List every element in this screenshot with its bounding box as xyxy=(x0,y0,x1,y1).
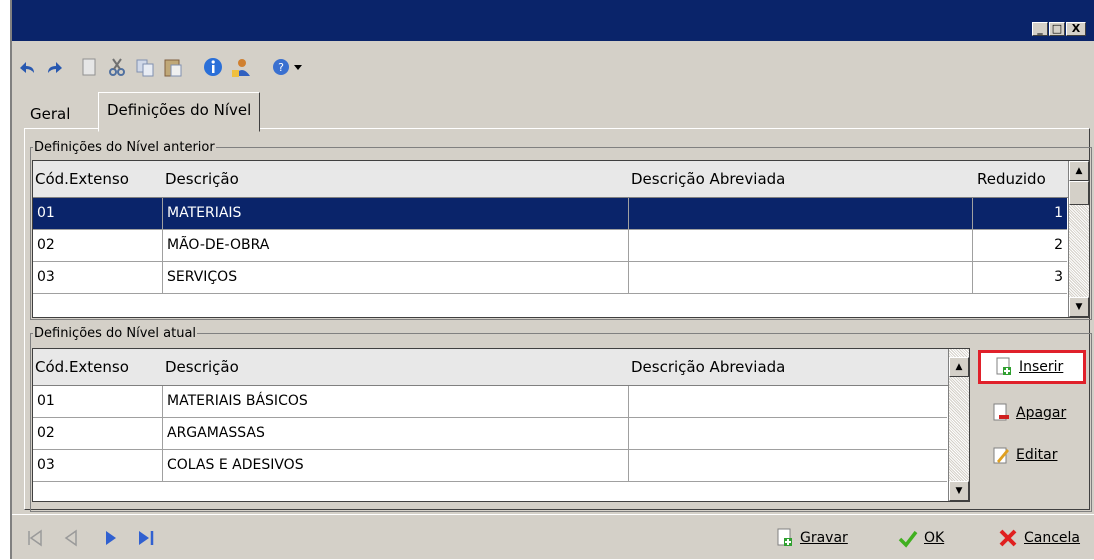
current-level-grid[interactable]: Cód.Extenso Descrição Descrição Abreviad… xyxy=(32,348,970,502)
insert-button[interactable]: Inserir xyxy=(978,350,1086,384)
grid-header: Cód.Extenso Descrição Descrição Abreviad… xyxy=(33,349,969,386)
copy-icon[interactable] xyxy=(134,56,156,78)
col-header-description[interactable]: Descrição xyxy=(165,349,239,385)
cancel-button[interactable]: Cancela xyxy=(998,527,1080,549)
first-record-icon[interactable] xyxy=(26,529,44,547)
scroll-thumb[interactable] xyxy=(1069,181,1089,205)
col-header-description[interactable]: Descrição xyxy=(165,161,239,197)
maximize-button[interactable]: □ xyxy=(1049,22,1065,36)
redo-icon[interactable] xyxy=(44,56,66,78)
svg-text:?: ? xyxy=(278,61,284,74)
col-header-abbreviation[interactable]: Descrição Abreviada xyxy=(631,161,785,197)
title-bar: _ □ X xyxy=(12,0,1094,41)
col-header-code[interactable]: Cód.Extenso xyxy=(35,161,129,197)
minimize-button[interactable]: _ xyxy=(1032,22,1048,36)
col-header-abbreviation[interactable]: Descrição Abreviada xyxy=(631,349,785,385)
delete-button[interactable]: Apagar xyxy=(992,396,1066,430)
tab-geral[interactable]: Geral xyxy=(22,100,78,128)
col-header-code[interactable]: Cód.Extenso xyxy=(35,349,129,385)
help-icon[interactable]: ? xyxy=(270,56,292,78)
table-row[interactable]: 03 COLAS E ADESIVOS xyxy=(33,450,947,482)
table-row[interactable]: 02 ARGAMASSAS xyxy=(33,418,947,450)
scroll-down-button[interactable]: ▼ xyxy=(1069,297,1089,317)
current-level-scrollbar[interactable]: ▲ ▼ xyxy=(948,349,969,501)
info-icon[interactable] xyxy=(202,56,224,78)
close-button[interactable]: X xyxy=(1066,22,1086,36)
previous-level-legend: Definições do Nível anterior xyxy=(34,140,215,155)
edit-button[interactable]: Editar xyxy=(992,438,1057,472)
delete-doc-icon xyxy=(993,403,1009,421)
ok-button[interactable]: OK xyxy=(898,527,944,549)
table-row[interactable]: 01 MATERIAIS 1 xyxy=(33,198,1067,230)
next-record-icon[interactable] xyxy=(102,529,120,547)
grid-header: Cód.Extenso Descrição Descrição Abreviad… xyxy=(33,161,1089,198)
scroll-up-button[interactable]: ▲ xyxy=(1069,161,1089,181)
save-doc-icon xyxy=(777,528,792,546)
cut-icon[interactable] xyxy=(106,56,128,78)
scroll-up-button[interactable]: ▲ xyxy=(949,357,969,377)
new-doc-icon[interactable] xyxy=(78,56,100,78)
bottom-bar: Gravar OK Cancela xyxy=(12,514,1094,560)
edit-doc-icon xyxy=(993,447,1009,464)
insert-doc-icon xyxy=(996,357,1011,375)
table-row[interactable]: 01 MATERIAIS BÁSICOS xyxy=(33,386,947,418)
check-icon xyxy=(898,530,918,548)
previous-level-scrollbar[interactable]: ▲ ▼ xyxy=(1068,161,1089,317)
tab-definicoes-nivel[interactable]: Definições do Nível xyxy=(98,92,261,132)
previous-level-grid[interactable]: Cód.Extenso Descrição Descrição Abreviad… xyxy=(32,160,1090,318)
dropdown-arrow-icon[interactable] xyxy=(292,56,304,78)
table-row[interactable]: 03 SERVIÇOS 3 xyxy=(33,262,1067,294)
col-header-reduced[interactable]: Reduzido xyxy=(977,161,1046,197)
previous-record-icon[interactable] xyxy=(62,529,80,547)
scroll-down-button[interactable]: ▼ xyxy=(949,481,969,501)
table-row[interactable]: 02 MÃO-DE-OBRA 2 xyxy=(33,230,1067,262)
last-record-icon[interactable] xyxy=(136,529,156,547)
paste-icon[interactable] xyxy=(162,56,184,78)
dialog-window: _ □ X ? Geral Definições do Nível Defini… xyxy=(10,0,1094,559)
save-button[interactable]: Gravar xyxy=(776,527,848,549)
undo-icon[interactable] xyxy=(16,56,38,78)
user-icon[interactable] xyxy=(230,56,252,78)
current-level-legend: Definições do Nível atual xyxy=(34,326,197,341)
cancel-x-icon xyxy=(999,529,1017,547)
